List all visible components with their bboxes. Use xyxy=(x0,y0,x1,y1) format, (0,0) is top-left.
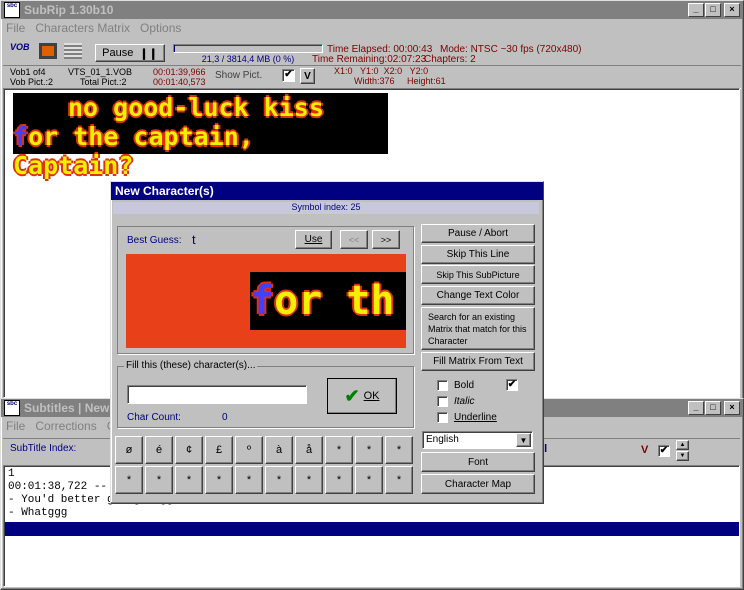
character-preview: for th xyxy=(126,254,406,348)
preview-glyphs: for th xyxy=(250,272,406,330)
char-button[interactable]: * xyxy=(295,466,323,494)
best-guess-value: t xyxy=(192,232,196,247)
subtitle-v-label: V xyxy=(641,444,649,456)
character-map-button[interactable]: Character Map xyxy=(421,474,535,494)
use-button[interactable]: Use xyxy=(295,230,332,249)
time-remaining: Time Remaining:02:07:23 xyxy=(312,54,427,65)
fill-group-label: Fill this (these) character(s)... xyxy=(124,360,258,371)
subtitle-checkbox[interactable]: ✔ xyxy=(658,445,670,457)
checkmark-icon: ✔ xyxy=(344,385,360,406)
char-button[interactable]: º xyxy=(235,436,263,464)
show-pict-label: Show Pict. xyxy=(215,70,263,81)
char-count-label: Char Count: xyxy=(127,412,181,423)
char-button[interactable]: ø xyxy=(115,436,143,464)
skip-subpicture-button[interactable]: Skip This SubPicture xyxy=(421,265,535,284)
chapters: Chapters: 2 xyxy=(424,54,476,65)
bold-label: Bold xyxy=(454,380,475,391)
subtitles-title: Subtitles | New xyxy=(24,401,110,415)
char-button[interactable]: * xyxy=(205,466,233,494)
pause-button[interactable]: Pause ❙❙ xyxy=(95,44,165,62)
char-button[interactable]: * xyxy=(385,436,413,464)
v-button[interactable]: V xyxy=(300,68,315,84)
chevron-down-icon[interactable]: ▼ xyxy=(516,433,531,447)
character-input[interactable] xyxy=(127,385,307,404)
dialog-titlebar[interactable]: New Character(s) xyxy=(111,182,543,200)
underline-label: Underline xyxy=(454,412,497,423)
char-button[interactable]: * xyxy=(235,466,263,494)
show-pict-checkbox[interactable]: ✔ xyxy=(282,69,295,82)
special-chars-grid: ø é ¢ £ º à å * * * * * * * * * * * * * xyxy=(115,436,417,496)
italic-checkbox[interactable] xyxy=(437,396,448,407)
sub-menu-file[interactable]: File xyxy=(1,419,30,433)
subtitle-line2: for the captain, Captain? xyxy=(13,122,254,180)
subtitles-restore-icon[interactable]: □ xyxy=(705,401,721,415)
pause-abort-button[interactable]: Pause / Abort xyxy=(421,224,535,243)
subtitles-close-icon[interactable]: × xyxy=(724,401,740,415)
main-titlebar[interactable]: sbc SubRip 1.30b10 _ □ × xyxy=(1,1,743,19)
subtitle-image: no good-luck kiss for the captain, Capta… xyxy=(13,93,388,180)
subtitles-minimize-icon[interactable]: _ xyxy=(688,401,704,415)
minimize-icon[interactable]: _ xyxy=(688,3,704,17)
italic-label: Italic xyxy=(454,396,475,407)
char-button[interactable]: ¢ xyxy=(175,436,203,464)
skip-line-button[interactable]: Skip This Line xyxy=(421,245,535,264)
char-button[interactable]: £ xyxy=(205,436,233,464)
char-button[interactable]: à xyxy=(265,436,293,464)
menu-options[interactable]: Options xyxy=(135,21,186,35)
sub-menu-corrections[interactable]: Corrections xyxy=(30,419,101,433)
time-info: 00:01:39,966 00:01:40,573 xyxy=(153,67,206,87)
change-text-color-button[interactable]: Change Text Color xyxy=(421,286,535,305)
subtitle-line1: no good-luck kiss xyxy=(68,93,324,122)
file-info: VTS_01_1.VOB Total Pict.:2 xyxy=(68,67,133,87)
subtitle-index-label: SubTitle Index: xyxy=(10,443,77,454)
coordinates: X1:0 Y1:0 X2:0 Y2:0 Width:376 Height:61 xyxy=(334,66,446,86)
spin-down-icon[interactable]: ▼ xyxy=(676,451,689,461)
subtitles-app-icon: sbc xyxy=(4,400,20,416)
grid-icon[interactable] xyxy=(64,43,82,59)
char-button[interactable]: * xyxy=(175,466,203,494)
char-button[interactable]: * xyxy=(265,466,293,494)
fill-matrix-button[interactable]: Fill Matrix From Text xyxy=(421,352,535,371)
selected-line-highlight xyxy=(5,522,739,536)
symbol-index: Symbol index: 25 xyxy=(113,202,539,214)
bold-option-checkbox[interactable]: ✔ xyxy=(506,379,518,391)
char-button[interactable]: * xyxy=(385,466,413,494)
underline-checkbox[interactable] xyxy=(437,412,448,423)
ok-button[interactable]: ✔ OK xyxy=(327,378,397,414)
progress-fill xyxy=(174,45,176,52)
vob-icon[interactable]: VOB xyxy=(10,43,32,59)
vob-info: Vob1 of4 Vob Pict.:2 xyxy=(10,67,54,87)
char-count-value: 0 xyxy=(222,412,228,423)
search-matrix-button[interactable]: Search for an existing Matrix that match… xyxy=(421,307,535,350)
char-button[interactable]: * xyxy=(325,466,353,494)
char-button[interactable]: * xyxy=(145,466,173,494)
restore-icon[interactable]: □ xyxy=(705,3,721,17)
char-button[interactable]: * xyxy=(115,466,143,494)
close-icon[interactable]: × xyxy=(724,3,740,17)
progress-text: 21,3 / 3814,4 MB (0 %) xyxy=(201,54,295,64)
main-menubar: File Characters Matrix Options xyxy=(1,19,743,37)
menu-characters-matrix[interactable]: Characters Matrix xyxy=(30,21,135,35)
progress-bar xyxy=(173,44,323,53)
char-button[interactable]: å xyxy=(295,436,323,464)
char-button[interactable]: * xyxy=(325,436,353,464)
char-button[interactable]: * xyxy=(355,436,383,464)
prev-button[interactable]: << xyxy=(340,230,368,249)
bold-checkbox[interactable] xyxy=(437,380,448,391)
film-icon[interactable] xyxy=(39,43,57,59)
dialog-title: New Character(s) xyxy=(115,184,214,198)
menu-file[interactable]: File xyxy=(1,21,30,35)
char-button[interactable]: * xyxy=(355,466,383,494)
next-button[interactable]: >> xyxy=(372,230,400,249)
best-guess-label: Best Guess: xyxy=(127,235,182,246)
font-button[interactable]: Font xyxy=(421,452,535,472)
app-icon: sbc xyxy=(4,2,20,18)
char-button[interactable]: é xyxy=(145,436,173,464)
main-title: SubRip 1.30b10 xyxy=(24,3,114,17)
spin-up-icon[interactable]: ▲ xyxy=(676,440,689,450)
